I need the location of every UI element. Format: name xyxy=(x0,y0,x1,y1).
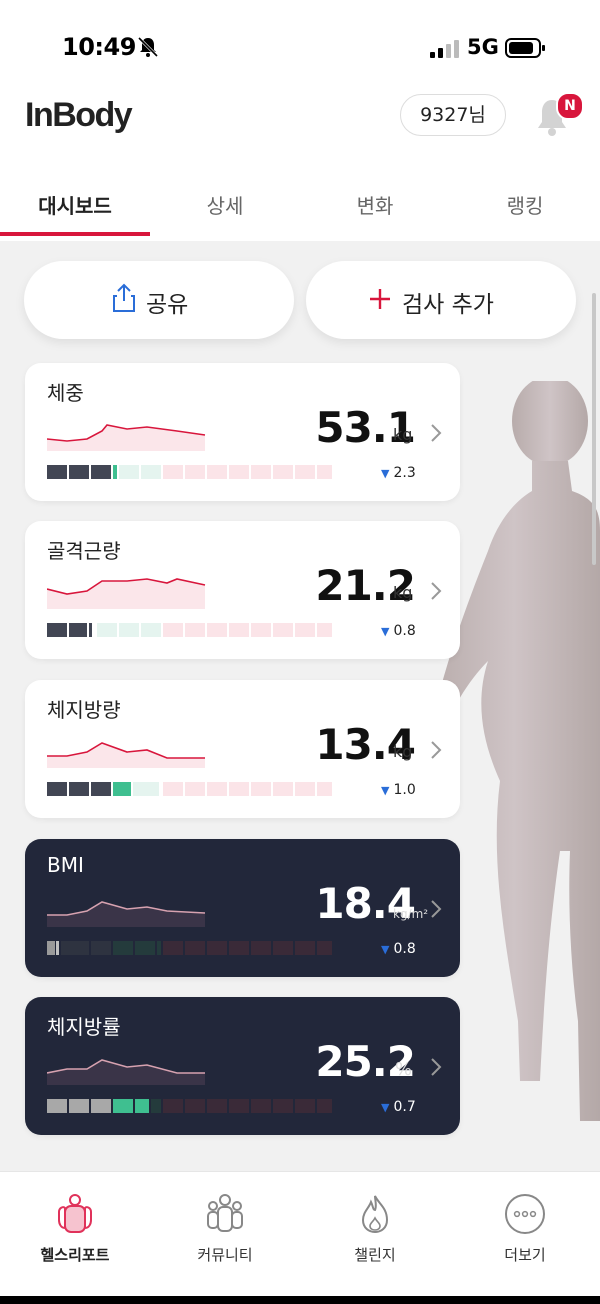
tab-ranking[interactable]: 랭킹 xyxy=(450,190,600,219)
card-delta: ▼ 0.8 xyxy=(381,941,416,957)
down-triangle-icon: ▼ xyxy=(381,943,390,956)
share-label: 공유 xyxy=(146,292,189,318)
down-triangle-icon: ▼ xyxy=(381,784,390,797)
add-test-button[interactable]: 검사 추가 xyxy=(306,261,576,339)
network-type: 5G xyxy=(467,35,499,59)
app-header: InBody 9327님 N 대시보드 상세 변화 랭킹 xyxy=(0,92,600,241)
metric-card-weight[interactable]: 체중 53.1 kg ▼ 2.3 xyxy=(25,363,460,501)
trend-sparkline xyxy=(47,742,205,768)
chevron-right-icon xyxy=(431,900,442,918)
nav-label: 챌린지 xyxy=(354,1246,396,1264)
inbody-logo: InBody xyxy=(25,96,133,134)
chevron-right-icon xyxy=(431,424,442,442)
down-triangle-icon: ▼ xyxy=(381,1101,390,1114)
nav-more[interactable]: 더보기 xyxy=(450,1192,600,1265)
bottom-nav: 헬스리포트 커뮤니티 챌린지 더보기 xyxy=(0,1171,600,1304)
range-bar xyxy=(47,782,332,796)
card-unit: kg xyxy=(393,425,413,444)
tab-bar: 대시보드 상세 변화 랭킹 xyxy=(0,182,600,240)
card-title: 체중 xyxy=(47,381,84,405)
signal-icon xyxy=(430,40,459,58)
home-indicator xyxy=(0,1296,600,1304)
metric-card-fat-percent[interactable]: 체지방률 25.2 % ▼ 0.7 xyxy=(25,997,460,1135)
card-unit: kg xyxy=(393,742,413,761)
delta-value: 0.8 xyxy=(393,623,416,639)
range-bar xyxy=(47,941,332,955)
share-icon xyxy=(113,283,135,312)
card-unit: kg xyxy=(393,583,413,602)
flame-icon xyxy=(361,1195,389,1234)
silent-bell-icon xyxy=(137,36,159,58)
status-time: 10:49 xyxy=(62,33,136,61)
card-title: 체지방량 xyxy=(47,698,121,722)
community-icon xyxy=(207,1194,243,1232)
down-triangle-icon: ▼ xyxy=(381,467,390,480)
card-title: 골격근량 xyxy=(47,539,121,563)
notification-badge: N xyxy=(556,92,584,120)
delta-value: 2.3 xyxy=(393,465,416,481)
card-delta: ▼ 1.0 xyxy=(381,782,416,798)
nav-label: 헬스리포트 xyxy=(40,1246,110,1264)
card-unit: kg/m² xyxy=(393,907,429,921)
plus-icon xyxy=(370,289,390,309)
card-delta: ▼ 0.8 xyxy=(381,623,416,639)
card-unit: % xyxy=(395,1059,413,1080)
nav-community[interactable]: 커뮤니티 xyxy=(150,1192,300,1265)
down-triangle-icon: ▼ xyxy=(381,625,390,638)
range-bar xyxy=(47,465,332,479)
status-bar: 10:49 5G xyxy=(0,0,600,96)
chevron-right-icon xyxy=(431,1058,442,1076)
tab-detail[interactable]: 상세 xyxy=(150,190,300,219)
card-title: BMI xyxy=(47,853,84,877)
add-test-label: 검사 추가 xyxy=(402,292,494,318)
screen: 10:49 5G InBody 9327님 N 대시보드 상세 변화 랭킹 공유… xyxy=(0,0,600,1304)
battery-icon xyxy=(505,38,545,58)
card-delta: ▼ 2.3 xyxy=(381,465,416,481)
share-button[interactable]: 공유 xyxy=(24,261,294,339)
metric-card-bmi[interactable]: BMI 18.4 kg/m² ▼ 0.8 xyxy=(25,839,460,977)
active-tab-indicator xyxy=(0,232,150,236)
health-report-icon xyxy=(58,1194,92,1233)
range-bar xyxy=(47,623,332,637)
more-icon xyxy=(505,1194,545,1234)
metric-card-fat-mass[interactable]: 체지방량 13.4 kg ▼ 1.0 xyxy=(25,680,460,818)
chevron-right-icon xyxy=(431,741,442,759)
delta-value: 0.8 xyxy=(393,941,416,957)
trend-sparkline xyxy=(47,578,206,609)
card-title: 체지방률 xyxy=(47,1015,121,1039)
dashboard-content: 공유 검사 추가 체중 53.1 kg ▼ 2.3 골격근량 21.2 kg ▼… xyxy=(0,241,600,1171)
chevron-right-icon xyxy=(431,582,442,600)
nav-label: 커뮤니티 xyxy=(197,1246,253,1264)
tab-dashboard[interactable]: 대시보드 xyxy=(0,190,150,219)
trend-sparkline xyxy=(47,1059,205,1085)
delta-value: 0.7 xyxy=(393,1099,416,1115)
trend-sparkline xyxy=(47,424,206,451)
scrollbar[interactable] xyxy=(592,293,596,565)
tab-change[interactable]: 변화 xyxy=(300,190,450,219)
nav-challenge[interactable]: 챌린지 xyxy=(300,1192,450,1265)
card-delta: ▼ 0.7 xyxy=(381,1099,416,1115)
trend-sparkline xyxy=(47,901,206,927)
nav-label: 더보기 xyxy=(504,1246,546,1264)
user-chip[interactable]: 9327님 xyxy=(400,94,506,136)
range-bar xyxy=(47,1099,332,1113)
delta-value: 1.0 xyxy=(393,782,416,798)
nav-health-report[interactable]: 헬스리포트 xyxy=(0,1192,150,1265)
metric-card-muscle[interactable]: 골격근량 21.2 kg ▼ 0.8 xyxy=(25,521,460,659)
